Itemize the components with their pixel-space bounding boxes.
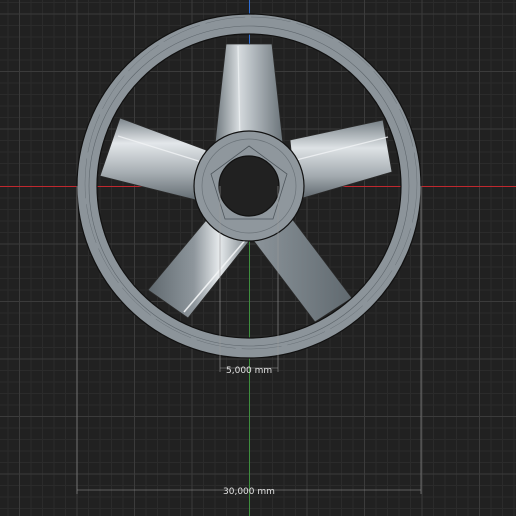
dimension-overall-label: 30,000 mm <box>223 487 275 497</box>
cad-viewport[interactable]: 5,000 mm 30,000 mm <box>0 0 516 516</box>
dimension-hub-bore-label: 5,000 mm <box>226 366 273 376</box>
wheel-model[interactable] <box>76 13 422 359</box>
viewport-scene <box>0 0 516 516</box>
hub-bore <box>218 155 280 217</box>
